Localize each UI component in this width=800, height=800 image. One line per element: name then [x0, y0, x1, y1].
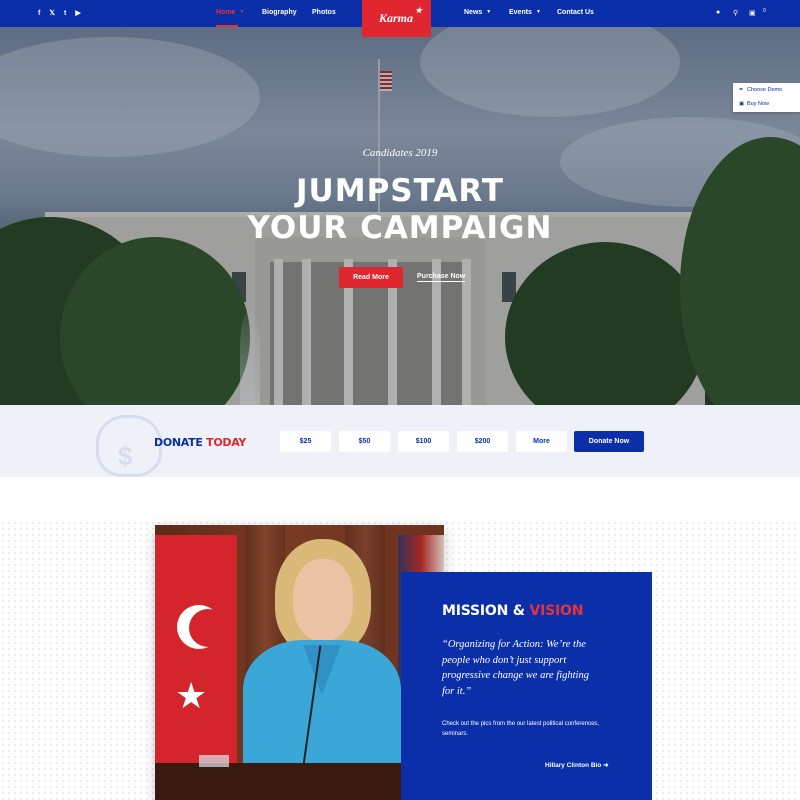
mission-description: Check out the pics from the our latest p…	[442, 721, 600, 737]
donate-now-button[interactable]: Donate Now	[574, 431, 644, 452]
flag-star-icon: ★	[175, 675, 208, 716]
hero-section: Candidates 2019 JUMPSTART YOUR CAMPAIGN …	[0, 27, 800, 405]
donate-title-b: TODAY	[206, 436, 247, 449]
active-nav-indicator	[216, 25, 238, 27]
hero-title-line1: JUMPSTART	[296, 173, 504, 209]
search-icon[interactable]: ⚲	[733, 9, 738, 17]
nav-item-biography[interactable]: Biography	[262, 9, 297, 16]
brush-icon: ✒	[739, 87, 744, 93]
nav-item-events-label: Events	[509, 9, 532, 16]
donate-amount-50[interactable]: $50	[339, 431, 390, 452]
hero-subtitle: Candidates 2019	[362, 147, 438, 159]
nav-item-home-label: Home	[216, 9, 236, 16]
star-icon: ★	[415, 6, 423, 15]
buy-now-label: Buy Now	[747, 101, 770, 107]
nav-item-news-label: News	[464, 9, 483, 16]
donate-amount-200[interactable]: $200	[457, 431, 508, 452]
nav-item-photos[interactable]: Photos	[312, 9, 336, 16]
arrow-right-icon: ➜	[603, 762, 609, 769]
bio-link[interactable]: Hillary Clinton Bio ➜	[545, 761, 609, 769]
mission-title-b: VISION	[529, 603, 584, 619]
purchase-now-link[interactable]: Purchase Now	[417, 273, 466, 282]
demo-panel: ✒ Choose Demo ▣ Buy Now	[733, 83, 800, 112]
chevron-down-icon: ▼	[486, 9, 492, 15]
user-icon[interactable]: ●	[716, 9, 720, 16]
buy-now-link[interactable]: ▣ Buy Now	[739, 101, 769, 107]
mission-card: MISSION & VISION “Organizing for Action:…	[401, 572, 652, 800]
cart-count-badge: 0	[763, 8, 766, 14]
nav-item-events[interactable]: Events ▼	[509, 9, 541, 16]
donate-amount-more[interactable]: More	[516, 431, 567, 452]
hero-title: JUMPSTART YOUR CAMPAIGN	[0, 173, 800, 247]
mission-quote: “Organizing for Action: We’re the people…	[442, 639, 589, 697]
donate-title: DONATE TODAY	[154, 436, 246, 449]
person-face	[293, 559, 353, 641]
water-glasses	[199, 755, 229, 767]
hero-title-line2: YOUR CAMPAIGN	[247, 210, 553, 246]
cart-icon: ▣	[739, 101, 745, 107]
nav-item-contact[interactable]: Contact Us	[557, 9, 594, 16]
donate-amount-100[interactable]: $100	[398, 431, 449, 452]
dollar-icon: $	[118, 441, 133, 471]
logo-text: Karma	[379, 11, 414, 25]
page: f 𝕏 t ▶ Home ▼ Biography Photos News ▼ Eve…	[0, 0, 800, 800]
donate-amount-25[interactable]: $25	[280, 431, 331, 452]
cart-icon[interactable]: ▣	[749, 9, 756, 17]
bio-link-label: Hillary Clinton Bio	[545, 762, 602, 769]
choose-demo-link[interactable]: ✒ Choose Demo	[739, 87, 782, 93]
flag-crescent-cut	[189, 609, 227, 647]
mission-title: MISSION & VISION	[442, 603, 583, 619]
site-logo[interactable]: Karma ★	[362, 0, 431, 37]
read-more-button[interactable]: Read More	[339, 267, 403, 288]
donate-title-a: DONATE	[154, 436, 203, 449]
chevron-down-icon: ▼	[535, 9, 541, 15]
mission-title-a: MISSION &	[442, 603, 525, 619]
choose-demo-label: Choose Demo	[747, 87, 783, 93]
nav-item-news[interactable]: News ▼	[464, 9, 491, 16]
nav-item-home[interactable]: Home ▼	[216, 9, 244, 16]
chevron-down-icon: ▼	[239, 9, 245, 15]
